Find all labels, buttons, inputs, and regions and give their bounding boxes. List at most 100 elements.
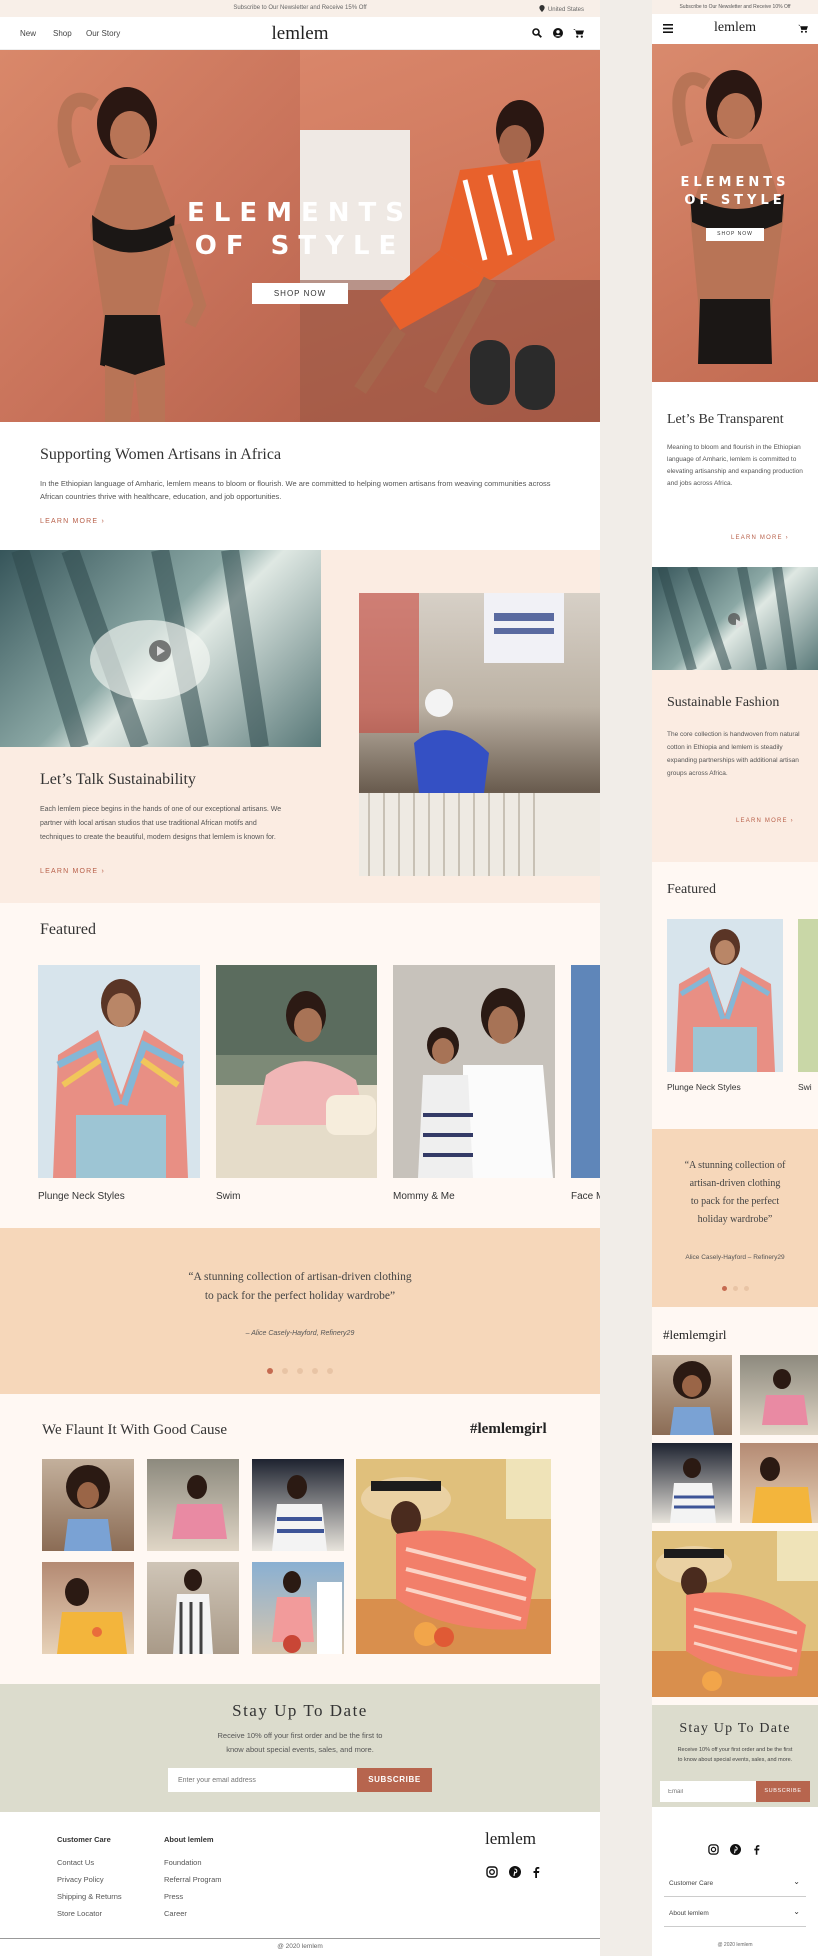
gallery-thumbnail[interactable] [147, 1459, 239, 1551]
newsletter-body: Receive 10% off your first order and be … [0, 1729, 600, 1757]
email-input[interactable] [168, 1768, 357, 1792]
featured-card-image[interactable] [216, 965, 377, 1178]
mobile-email-input[interactable] [660, 1781, 756, 1802]
mobile-transparent-title: Let’s Be Transparent [667, 412, 784, 427]
mobile-sustainable-learn-more[interactable]: LEARN MORE › [736, 818, 794, 824]
footer-logo[interactable]: lemlem [485, 1829, 536, 1849]
instagram-icon[interactable] [708, 1844, 719, 1855]
gallery-thumbnail[interactable] [652, 1443, 732, 1523]
account-icon[interactable] [553, 28, 563, 38]
footer-link-referral[interactable]: Referral Program [164, 1875, 222, 1884]
main-nav: New Shop Our Story lemlem [0, 17, 600, 50]
newsletter-body-line-2: know about special events, sales, and mo… [226, 1745, 374, 1754]
mobile-subscribe-button[interactable]: SUBSCRIBE [756, 1781, 810, 1802]
mobile-hero-title: ELEMENTS OF STYLE [652, 174, 818, 210]
gallery-thumbnail[interactable] [252, 1562, 344, 1654]
mobile-transparent-section: Let’s Be Transparent Meaning to bloom an… [652, 382, 818, 567]
thumb-photo [670, 1458, 716, 1523]
brand-logo[interactable]: lemlem [0, 23, 600, 45]
featured-card-label[interactable]: Mommy & Me [393, 1191, 455, 1202]
gallery-thumbnail[interactable] [42, 1562, 134, 1654]
thumb-photo [272, 1475, 327, 1551]
mobile-quote-line-3: to pack for the perfect [690, 1196, 780, 1207]
newsletter-body-line-1: Receive 10% off your first order and be … [217, 1731, 383, 1740]
mobile-shop-now-button[interactable]: SHOP NOW [706, 228, 764, 241]
mobile-featured-card-label[interactable]: Plunge Neck Styles [667, 1082, 741, 1092]
chevron-down-icon: ⌄ [793, 1877, 800, 1886]
sustainability-learn-more-link[interactable]: LEARN MORE › [40, 868, 105, 875]
mobile-announcement-bar[interactable]: Subscribe to Our Newsletter and Receive … [652, 0, 818, 14]
hero-title: ELEMENTS OF STYLE [0, 197, 600, 263]
footer-link-career[interactable]: Career [164, 1909, 187, 1918]
footer-link-shipping[interactable]: Shipping & Returns [57, 1892, 122, 1901]
carousel-dot[interactable] [312, 1368, 318, 1374]
artisans-title: Supporting Women Artisans in Africa [40, 446, 282, 463]
mobile-copyright: @ 2020 lemlem [717, 1942, 753, 1948]
carousel-dot[interactable] [282, 1368, 288, 1374]
accordion-about[interactable]: About lemlem ⌄ [664, 1901, 806, 1927]
carousel-dot[interactable] [722, 1286, 727, 1291]
instagram-icon[interactable] [486, 1866, 498, 1878]
gallery-feature-image[interactable] [356, 1459, 551, 1654]
footer-link-store-locator[interactable]: Store Locator [57, 1909, 102, 1918]
pinterest-icon[interactable] [730, 1844, 741, 1855]
pinterest-icon[interactable] [509, 1866, 521, 1878]
featured-card-image[interactable] [393, 965, 555, 1178]
play-icon[interactable] [728, 613, 744, 629]
press-quote: “A stunning collection of artisan-driven… [0, 1268, 600, 1306]
search-icon[interactable] [532, 28, 542, 38]
thumb-photo [652, 1531, 818, 1697]
featured-card-image[interactable] [571, 965, 600, 1178]
footer-link-foundation[interactable]: Foundation [164, 1858, 202, 1867]
region-selector[interactable]: United States [539, 5, 584, 13]
gallery-thumbnail[interactable] [42, 1459, 134, 1551]
carousel-dot[interactable] [744, 1286, 749, 1291]
footer-link-contact[interactable]: Contact Us [57, 1858, 94, 1867]
featured-card-label[interactable]: Swim [216, 1191, 240, 1202]
mobile-quote-line-2: artisan-driven clothing [689, 1178, 781, 1189]
mobile-hashtag-link[interactable]: #lemlemgirl [663, 1327, 727, 1343]
mobile-featured-card-label[interactable]: Swi [798, 1082, 812, 1092]
gallery-thumbnail[interactable] [147, 1562, 239, 1654]
weaving-scene [359, 593, 600, 876]
artisan-weaving-photo [359, 593, 600, 876]
mobile-newsletter-title: Stay Up To Date [679, 1721, 791, 1736]
gallery-thumbnail[interactable] [740, 1355, 818, 1435]
subscribe-button[interactable]: SUBSCRIBE [357, 1768, 432, 1792]
mobile-sustainability-video[interactable] [652, 567, 818, 670]
mobile-transparent-learn-more[interactable]: LEARN MORE › [731, 535, 789, 541]
quote-line-2: to pack for the perfect holiday wardrobe… [204, 1290, 396, 1302]
mobile-brand-logo[interactable]: lemlem [652, 20, 818, 36]
footer-link-privacy[interactable]: Privacy Policy [57, 1875, 104, 1884]
gallery-thumbnail[interactable] [652, 1355, 732, 1435]
carousel-dot[interactable] [297, 1368, 303, 1374]
gallery-feature-image[interactable] [652, 1531, 818, 1697]
footer-link-press[interactable]: Press [164, 1892, 183, 1901]
carousel-dot[interactable] [267, 1368, 273, 1374]
hashtag-link[interactable]: #lemlemgirl [470, 1421, 547, 1438]
gallery-thumbnail[interactable] [740, 1443, 818, 1523]
play-icon[interactable] [149, 640, 171, 662]
carousel-dot[interactable] [327, 1368, 333, 1374]
mobile-featured-section: Featured Plunge Neck Styles Swi [652, 862, 818, 1129]
social-gallery-title: We Flaunt It With Good Cause [42, 1422, 227, 1438]
facebook-icon[interactable] [532, 1866, 540, 1878]
shop-now-button[interactable]: SHOP NOW [252, 283, 348, 304]
carousel-dot[interactable] [733, 1286, 738, 1291]
gallery-thumbnail[interactable] [252, 1459, 344, 1551]
facebook-icon[interactable] [753, 1844, 760, 1855]
featured-card-label[interactable]: Face M [571, 1191, 600, 1202]
mobile-quote-attribution: Alice Casely-Hayford – Refinery29 [685, 1254, 785, 1261]
mobile-featured-card-image[interactable] [667, 919, 783, 1072]
learn-more-label: LEARN MORE [40, 868, 99, 875]
artisans-learn-more-link[interactable]: LEARN MORE › [40, 518, 105, 525]
accordion-customer-care[interactable]: Customer Care ⌄ [664, 1871, 806, 1897]
featured-card-label[interactable]: Plunge Neck Styles [38, 1191, 125, 1202]
promo-text[interactable]: Subscribe to Our Newsletter and Receive … [0, 5, 600, 11]
sustainability-video[interactable] [0, 550, 321, 747]
mobile-quote-line-1: “A stunning collection of [684, 1160, 786, 1171]
cart-icon[interactable] [573, 28, 584, 38]
cart-icon[interactable] [798, 24, 808, 33]
mobile-featured-card-image[interactable] [798, 919, 818, 1072]
featured-card-image[interactable] [38, 965, 200, 1178]
